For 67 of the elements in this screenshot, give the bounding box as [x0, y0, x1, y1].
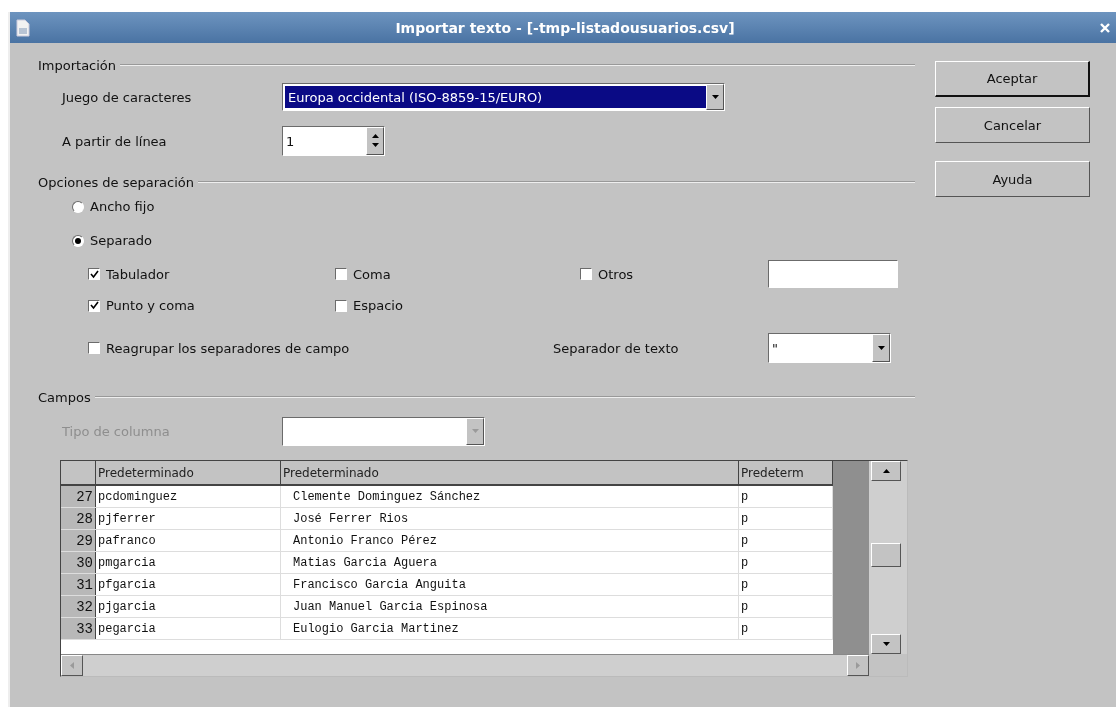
table-cell: José Ferrer Rios — [281, 508, 739, 529]
document-icon — [14, 17, 32, 38]
row-number: 30 — [61, 552, 96, 573]
table-cell: pcdominguez — [96, 486, 281, 507]
section-title: Importación — [38, 57, 117, 73]
column-header[interactable]: Predeterminado — [96, 461, 281, 484]
checkbox[interactable]: Tabulador — [88, 266, 170, 282]
table-cell: p — [739, 618, 833, 639]
caret-icon — [470, 427, 480, 436]
horizontal-scrollbar[interactable] — [61, 654, 869, 676]
button[interactable]: Cancelar — [935, 107, 1090, 143]
button[interactable]: Ayuda — [935, 161, 1090, 197]
checkbox[interactable]: Reagrupar los separadores de campo — [88, 340, 350, 356]
table-cell: pafranco — [96, 530, 281, 551]
dropdown[interactable]: " — [768, 333, 891, 363]
scrollbar-thumb[interactable] — [871, 543, 901, 567]
row-number: 29 — [61, 530, 96, 551]
field-label: A partir de línea — [62, 133, 168, 149]
table-cell: pjferrer — [96, 508, 281, 529]
button[interactable]: Aceptar — [935, 61, 1090, 97]
checkbox[interactable]: Coma — [335, 266, 391, 282]
checkmark-icon — [89, 269, 99, 279]
table-cell: Matias Garcia Aguera — [281, 552, 739, 573]
checkbox[interactable]: Otros — [580, 266, 634, 282]
window-title: Importar texto - [-tmp-listadousuarios.csv] — [394, 19, 736, 36]
table-cell: pegarcia — [96, 618, 281, 639]
table-cell: p — [739, 530, 833, 551]
caret-icon — [876, 343, 886, 353]
row-number: 27 — [61, 486, 96, 507]
column-header[interactable]: Predeterminado — [281, 461, 739, 484]
caret-icon — [881, 466, 891, 476]
table-cell: p — [739, 574, 833, 595]
section-title: Campos — [38, 389, 91, 405]
table-cell: p — [739, 486, 833, 507]
table-cell: pjgarcia — [96, 596, 281, 617]
table-cell: p — [739, 508, 833, 529]
vertical-scrollbar[interactable] — [869, 461, 907, 654]
table-cell: Eulogio Garcia Martinez — [281, 618, 739, 639]
radio-button[interactable]: Ancho fijo — [72, 199, 155, 214]
spin-field[interactable]: 1 — [282, 126, 385, 156]
caret-icon — [853, 661, 863, 670]
row-number: 28 — [61, 508, 96, 529]
row-number: 31 — [61, 574, 96, 595]
input-field[interactable] — [768, 260, 898, 288]
dropdown[interactable]: Europa occidental (ISO-8859-15/EURO) — [282, 83, 725, 111]
table-cell: pmgarcia — [96, 552, 281, 573]
section-title: Opciones de separación — [38, 174, 194, 190]
checkbox[interactable]: Espacio — [335, 298, 403, 313]
row-number: 33 — [61, 618, 96, 639]
caret-icon — [881, 639, 891, 649]
field-label: Separador de texto — [553, 340, 680, 356]
caret-icon — [710, 92, 720, 102]
field-label: Juego de caracteres — [62, 89, 193, 105]
row-number: 32 — [61, 596, 96, 617]
checkbox[interactable]: Punto y coma — [88, 298, 195, 313]
radio-button[interactable]: Separado — [72, 233, 152, 248]
table-cell: Francisco Garcia Anguita — [281, 574, 739, 595]
table-cell: Clemente Dominguez Sánchez — [281, 486, 739, 507]
checkmark-icon — [89, 301, 99, 310]
table-cell: p — [739, 552, 833, 573]
column-header[interactable]: Predeterm — [739, 461, 833, 484]
table-cell: Juan Manuel Garcia Espinosa — [281, 596, 739, 617]
close-icon[interactable] — [1098, 20, 1112, 35]
table-cell: Antonio Franco Pérez — [281, 530, 739, 551]
caret-icon — [67, 661, 77, 670]
table-cell: pfgarcia — [96, 574, 281, 595]
table-cell: p — [739, 596, 833, 617]
